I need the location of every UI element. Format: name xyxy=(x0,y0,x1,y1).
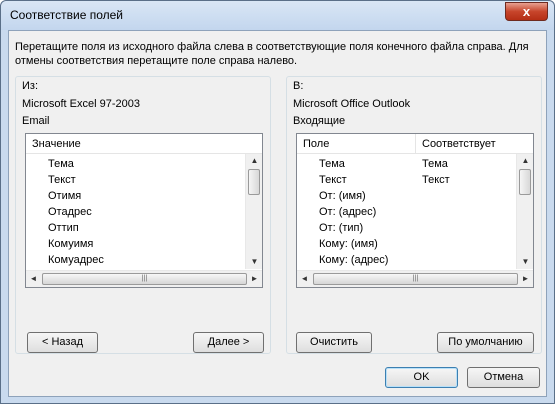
dialog-body: Перетащите поля из исходного файла слева… xyxy=(8,30,547,397)
list-item[interactable]: От: (тип) xyxy=(297,220,517,236)
scroll-right-icon[interactable]: ► xyxy=(518,271,533,287)
instructions-text: Перетащите поля из исходного файла слева… xyxy=(15,41,529,67)
clear-button-label: Очистить xyxy=(310,336,358,348)
from-label: Из: xyxy=(22,80,39,92)
scroll-right-icon[interactable]: ► xyxy=(247,271,262,287)
next-button-label: Далее > xyxy=(207,336,250,348)
cancel-button[interactable]: Отмена xyxy=(467,367,540,388)
list-item[interactable]: Текст xyxy=(26,172,246,188)
scroll-down-icon[interactable]: ▼ xyxy=(517,255,534,269)
destination-fields-list[interactable]: Поле Соответствует Тема Тема Текст Текст От:… xyxy=(296,133,534,288)
dialog-title: Соответствие полей xyxy=(10,8,123,22)
mapped-source-field: Тема xyxy=(422,158,448,170)
next-button[interactable]: Далее > xyxy=(193,332,264,353)
destination-group: В: Microsoft Office Outlook Входящие Пол… xyxy=(286,76,542,354)
destination-field-name: Текст xyxy=(319,174,347,186)
source-field-name: Оттип xyxy=(48,222,79,234)
source-item: Email xyxy=(22,115,50,127)
source-field-name: Тема xyxy=(48,158,74,170)
list-item[interactable]: Тема xyxy=(26,156,246,172)
field-mapping-dialog: Соответствие полей x Перетащите поля из … xyxy=(0,0,555,404)
back-button[interactable]: < Назад xyxy=(27,332,98,353)
scroll-up-icon[interactable]: ▲ xyxy=(246,154,263,168)
source-field-name: Отадрес xyxy=(48,206,92,218)
list-item[interactable]: Отадрес xyxy=(26,204,246,220)
column-header-field[interactable]: Поле xyxy=(303,138,329,150)
ok-button[interactable]: OK xyxy=(385,367,458,388)
destination-item: Входящие xyxy=(293,115,346,127)
destination-field-name: От: (имя) xyxy=(319,190,366,202)
destination-app: Microsoft Office Outlook xyxy=(293,98,411,110)
destination-field-name: Тема xyxy=(319,158,345,170)
source-app: Microsoft Excel 97-2003 xyxy=(22,98,140,110)
destination-list-header: Поле Соответствует xyxy=(297,134,533,154)
scroll-up-icon[interactable]: ▲ xyxy=(517,154,534,168)
source-group: Из: Microsoft Excel 97-2003 Email Значен… xyxy=(15,76,271,354)
list-item[interactable]: Текст Текст xyxy=(297,172,517,188)
close-icon: x xyxy=(522,4,531,19)
source-vertical-scrollbar[interactable]: ▲ ▼ xyxy=(245,154,262,269)
destination-vertical-scrollbar[interactable]: ▲ ▼ xyxy=(516,154,533,269)
source-field-name: Отимя xyxy=(48,190,82,202)
back-button-label: < Назад xyxy=(42,336,83,348)
close-button[interactable]: x xyxy=(505,2,548,21)
destination-field-name: От: (адрес) xyxy=(319,206,377,218)
ok-button-label: OK xyxy=(413,371,430,383)
scroll-thumb[interactable] xyxy=(519,169,531,195)
destination-field-name: Кому: (имя) xyxy=(319,238,378,250)
scroll-left-icon[interactable]: ◄ xyxy=(26,271,41,287)
list-item[interactable]: Комуадрес xyxy=(26,252,246,268)
destination-field-name: Кому: (адрес) xyxy=(319,254,389,266)
list-item[interactable]: От: (адрес) xyxy=(297,204,517,220)
clear-button[interactable]: Очистить xyxy=(296,332,372,353)
column-divider[interactable] xyxy=(415,134,416,154)
list-item[interactable]: Кому: (имя) xyxy=(297,236,517,252)
column-header-value[interactable]: Значение xyxy=(32,138,81,150)
scroll-thumb-horizontal[interactable]: ||| xyxy=(313,273,518,285)
list-item[interactable]: Комуимя xyxy=(26,236,246,252)
scroll-thumb[interactable] xyxy=(248,169,260,195)
list-item[interactable]: Оттип xyxy=(26,220,246,236)
title-bar: Соответствие полей x xyxy=(1,1,554,30)
destination-field-name: От: (тип) xyxy=(319,222,364,234)
source-horizontal-scrollbar[interactable]: ◄ ||| ► xyxy=(26,270,262,287)
list-item[interactable]: Отимя xyxy=(26,188,246,204)
cancel-button-label: Отмена xyxy=(483,371,524,383)
scroll-down-icon[interactable]: ▼ xyxy=(246,255,263,269)
source-field-name: Комуимя xyxy=(48,238,94,250)
list-item[interactable]: Кому: (адрес) xyxy=(297,252,517,268)
source-field-name: Комуадрес xyxy=(48,254,104,266)
list-item[interactable]: Тема Тема xyxy=(297,156,517,172)
mapped-source-field: Текст xyxy=(422,174,450,186)
source-fields-list[interactable]: Значение Тема Текст Отимя Отадрес Оттип Комуи… xyxy=(25,133,263,288)
source-rows: Тема Текст Отимя Отадрес Оттип Комуимя Комуадр… xyxy=(26,156,246,268)
list-item[interactable]: От: (имя) xyxy=(297,188,517,204)
source-field-name: Текст xyxy=(48,174,76,186)
scroll-thumb-horizontal[interactable]: ||| xyxy=(42,273,247,285)
source-list-header: Значение xyxy=(26,134,262,154)
to-label: В: xyxy=(293,80,304,92)
default-button[interactable]: По умолчанию xyxy=(437,332,534,353)
default-button-label: По умолчанию xyxy=(448,336,523,348)
destination-horizontal-scrollbar[interactable]: ◄ ||| ► xyxy=(297,270,533,287)
column-header-matches[interactable]: Соответствует xyxy=(422,138,496,150)
destination-rows: Тема Тема Текст Текст От: (имя) От: (адрес) От… xyxy=(297,156,517,268)
scroll-left-icon[interactable]: ◄ xyxy=(297,271,312,287)
